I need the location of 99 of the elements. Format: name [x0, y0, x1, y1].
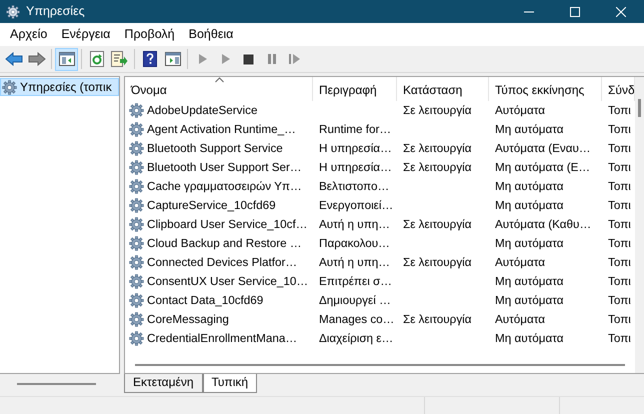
service-name[interactable]: ConsentUX User Service_10… — [147, 272, 308, 291]
table-cell: Ενεργοποιεί… — [319, 199, 394, 212]
table-cell: Αυτόματα (Εναυ… — [495, 142, 591, 155]
service-gear-icon — [129, 103, 144, 118]
service-name[interactable]: CoreMessaging — [147, 310, 229, 329]
refresh-icon — [90, 51, 104, 67]
table-cell: Τοπι — [608, 123, 631, 136]
service-name[interactable]: Contact Data_10cfd69 — [147, 291, 264, 310]
service-gear-icon — [129, 274, 144, 289]
column-header[interactable]: Κατάσταση — [397, 77, 489, 101]
table-cell: Η υπηρεσία… — [319, 161, 392, 174]
table-cell: Τοπι — [608, 237, 631, 250]
tree-item[interactable]: Υπηρεσίες (τοπικ — [0, 78, 119, 96]
close-icon — [616, 6, 626, 16]
table-cell: Αυτή η υπη… — [319, 218, 390, 231]
service-gear-icon — [129, 293, 144, 308]
table-cell: Διαχείριση ε… — [319, 332, 394, 345]
menu-item[interactable]: Αρχείο — [3, 23, 54, 46]
table-cell: Τοπι — [608, 218, 631, 231]
service-gear-icon — [129, 331, 144, 346]
service-name[interactable]: Cache γραμματοσειρών Υπ… — [147, 177, 302, 196]
table-cell: Τοπι — [608, 180, 631, 193]
window-title: Υπηρεσίες — [26, 3, 86, 20]
table-cell: Αυτόματα — [495, 104, 546, 117]
table-cell: Σε λειτουργία — [403, 218, 472, 231]
table-cell: Αυτόματα — [495, 256, 546, 269]
table-cell: Σε λειτουργία — [403, 313, 472, 326]
column-header[interactable]: Όνομα — [125, 77, 313, 101]
gear-icon — [6, 4, 20, 18]
table-cell: Τοπι — [608, 256, 631, 269]
service-gear-icon — [129, 217, 144, 232]
console-tree-icon — [58, 52, 74, 66]
service-name[interactable]: Clipboard User Service_10cf… — [147, 215, 308, 234]
service-gear-icon — [129, 160, 144, 175]
table-cell: Μη αυτόματα — [495, 199, 564, 212]
menu-item[interactable]: Προβολή — [117, 23, 182, 46]
table-cell: Τοπι — [608, 275, 631, 288]
table-cell: Τοπι — [608, 142, 631, 155]
view-tab[interactable]: Τυπική — [202, 374, 258, 393]
stop-icon — [243, 54, 254, 64]
table-cell: Σε λειτουργία — [403, 142, 472, 155]
menu-item[interactable]: Ενέργεια — [54, 23, 118, 46]
sort-caret-icon — [214, 77, 224, 83]
table-cell: Τοπι — [608, 199, 631, 212]
table-cell: Manages co… — [319, 313, 394, 326]
table-cell: Μη αυτόματα (Ε… — [495, 161, 590, 174]
column-header[interactable]: Περιγραφή — [313, 77, 397, 101]
resume-icon — [288, 53, 301, 65]
view-tab[interactable]: Εκτεταμένη — [124, 374, 203, 393]
table-cell: Μη αυτόματα — [495, 294, 564, 307]
service-gear-icon — [129, 141, 144, 156]
service-name[interactable]: Cloud Backup and Restore … — [147, 234, 302, 253]
table-cell: Τοπι — [608, 161, 631, 174]
service-gear-icon — [129, 122, 144, 137]
table-cell: Δημιουργεί … — [319, 294, 391, 307]
table-cell: Τοπι — [608, 104, 631, 117]
service-name[interactable]: AdobeUpdateService — [147, 101, 258, 120]
table-cell: Τοπι — [608, 294, 631, 307]
table-cell: Runtime for… — [319, 123, 392, 136]
menu-item[interactable]: Βοήθεια — [182, 23, 240, 46]
column-header[interactable]: Τύπος εκκίνησης — [489, 77, 602, 101]
table-cell: Η υπηρεσία… — [319, 142, 392, 155]
table-cell: Μη αυτόματα — [495, 123, 564, 136]
table-cell: Σε λειτουργία — [403, 161, 472, 174]
console-tree-button[interactable] — [55, 48, 78, 70]
table-cell: Μη αυτόματα — [495, 237, 564, 250]
table-cell: Σε λειτουργία — [403, 104, 472, 117]
service-name[interactable]: Connected Devices Platfor… — [147, 253, 298, 272]
export-list-icon — [111, 51, 128, 67]
table-cell: Μη αυτόματα — [495, 332, 564, 345]
service-gear-icon — [129, 255, 144, 270]
service-gear-icon — [129, 179, 144, 194]
play-icon — [220, 53, 230, 65]
help-icon — [142, 51, 156, 67]
table-cell: Μη αυτόματα — [495, 180, 564, 193]
table-cell: Αυτόματα — [495, 313, 546, 326]
table-cell: Τοπι — [608, 332, 631, 345]
service-gear-icon — [129, 198, 144, 213]
back-arrow-icon — [4, 52, 22, 66]
service-name[interactable]: Bluetooth User Support Ser… — [147, 158, 302, 177]
table-cell: Τοπι — [608, 313, 631, 326]
table-cell: Αυτή η υπη… — [319, 256, 390, 269]
table-cell: Επιτρέπει σ… — [319, 275, 392, 288]
pause-icon — [266, 53, 276, 65]
service-gear-icon — [129, 236, 144, 251]
view-pane-icon — [164, 52, 180, 66]
service-gear-icon — [129, 312, 144, 327]
play-icon — [198, 53, 208, 65]
table-cell: Μη αυτόματα — [495, 275, 564, 288]
table-cell: Βελτιστοπο… — [319, 180, 390, 193]
table-cell: Σε λειτουργία — [403, 256, 472, 269]
service-name[interactable]: CaptureService_10cfd69 — [147, 196, 276, 215]
service-name[interactable]: Bluetooth Support Service — [147, 139, 283, 158]
maximize-icon — [570, 6, 580, 16]
forward-arrow-icon — [28, 52, 46, 66]
table-cell: Παρακολου… — [319, 237, 390, 250]
table-cell: Αυτόματα (Καθυ… — [495, 218, 592, 231]
service-name[interactable]: CredentialEnrollmentMana… — [147, 329, 298, 348]
service-name[interactable]: Agent Activation Runtime_… — [147, 120, 296, 139]
